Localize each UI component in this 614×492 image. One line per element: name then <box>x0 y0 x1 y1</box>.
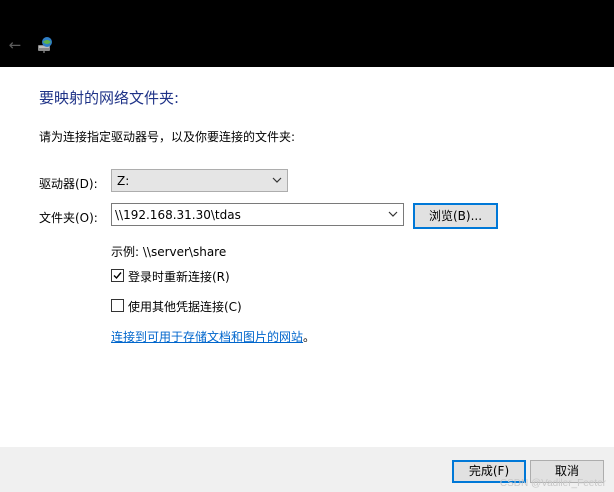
drive-select-value: Z: <box>117 174 130 188</box>
website-link-line: 连接到可用于存储文档和图片的网站。 <box>111 328 315 345</box>
drive-select[interactable]: Z: <box>111 169 288 192</box>
network-drive-icon <box>36 36 54 54</box>
example-text: 示例: \\server\share <box>111 245 227 259</box>
reconnect-label: 登录时重新连接(R) <box>128 270 230 284</box>
instruction-text: 请为连接指定驱动器号，以及你要连接的文件夹: <box>39 130 296 144</box>
chevron-down-icon <box>271 173 283 187</box>
chevron-down-icon[interactable] <box>387 207 399 221</box>
back-arrow-icon[interactable]: ← <box>5 36 25 54</box>
reconnect-checkbox[interactable] <box>111 269 124 282</box>
folder-input[interactable]: \\192.168.31.30\tdas <box>111 203 404 226</box>
other-credentials-checkbox[interactable] <box>111 299 124 312</box>
folder-label: 文件夹(O): <box>39 211 98 225</box>
drive-label: 驱动器(D): <box>39 177 98 191</box>
page-title: 要映射的网络文件夹: <box>39 89 180 107</box>
link-suffix: 。 <box>303 330 316 344</box>
website-link[interactable]: 连接到可用于存储文档和图片的网站 <box>111 330 303 344</box>
browse-button[interactable]: 浏览(B)... <box>413 203 498 229</box>
other-credentials-label: 使用其他凭据连接(C) <box>128 300 242 314</box>
footer: 完成(F) 取消 CSDN @Vadiler_Feeter <box>0 447 614 492</box>
dialog-content: 要映射的网络文件夹: 请为连接指定驱动器号，以及你要连接的文件夹: 驱动器(D)… <box>0 67 614 492</box>
title-bar: ← <box>0 0 614 67</box>
watermark: CSDN @Vadiler_Feeter <box>499 478 606 489</box>
folder-input-value: \\192.168.31.30\tdas <box>115 208 241 222</box>
